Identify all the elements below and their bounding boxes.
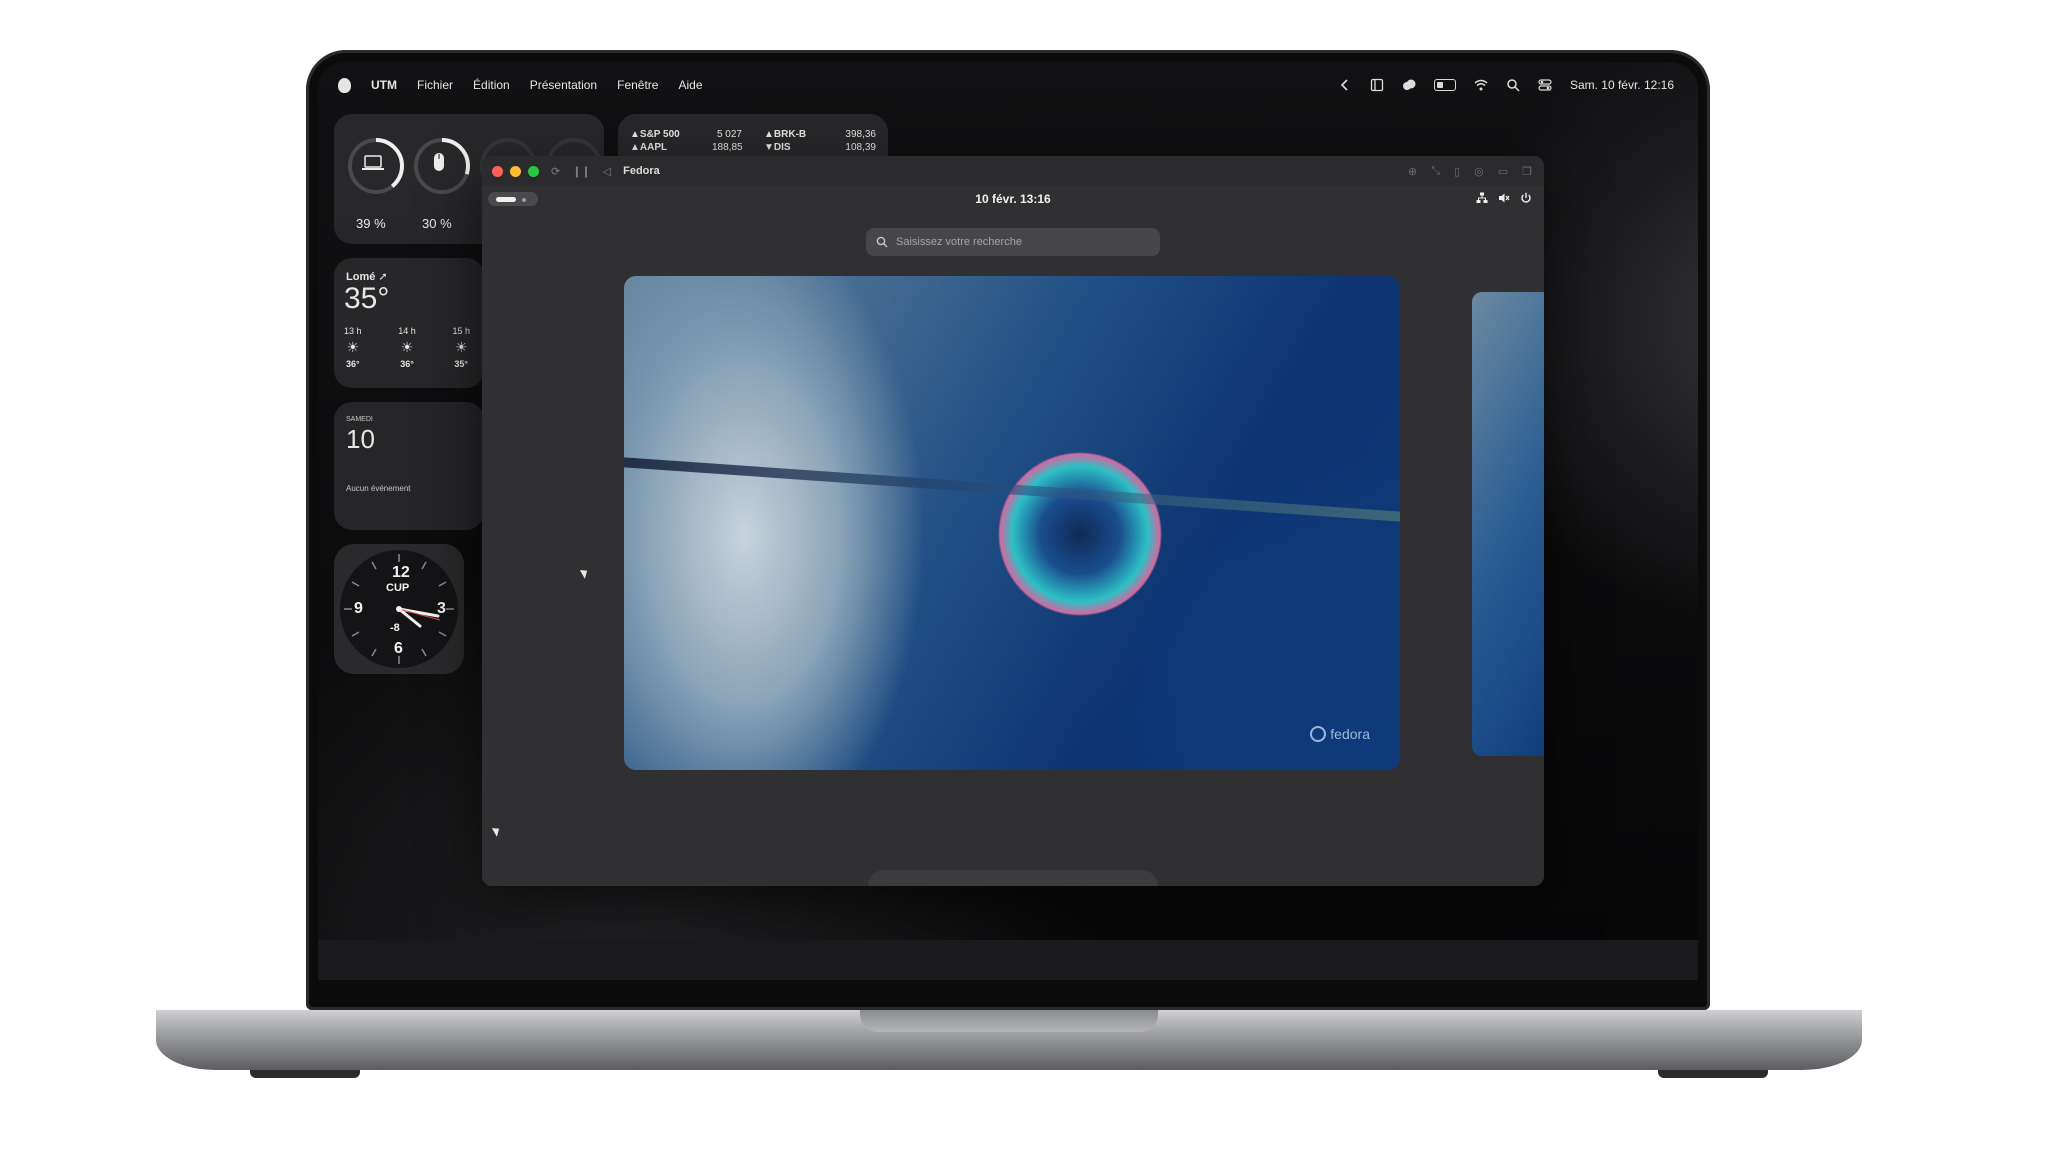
clock-offset: -8 xyxy=(390,622,400,634)
utm-vm-window[interactable]: ⟳ ❙❙ ◁ Fedora ⊕ ⤡ ▯ ◎ ▭ ❐ 10 févr. 13:16 xyxy=(482,156,1544,886)
battery-icon[interactable] xyxy=(1433,79,1456,91)
drive-icon[interactable]: ▭ xyxy=(1498,165,1508,178)
apple-icon[interactable] xyxy=(338,77,351,93)
calendar-day: 10 xyxy=(346,424,375,454)
clock-num-6: 6 xyxy=(394,640,403,657)
mouse-battery-ring xyxy=(414,138,470,194)
stock-symbol: ▼DIS xyxy=(764,142,791,153)
power-icon[interactable] xyxy=(1520,192,1532,204)
laptop-foot xyxy=(250,1070,360,1078)
menubar-clock[interactable]: Sam. 10 févr. 12:16 xyxy=(1570,78,1674,92)
clock-num-12: 12 xyxy=(392,564,410,581)
pause-icon[interactable]: ❙❙ xyxy=(572,165,590,178)
hour-label: 15 h xyxy=(452,326,470,336)
clock-face: 12 CUP 3 6 9 -8 xyxy=(340,550,458,668)
calendar-weekday: SAMEDI xyxy=(346,416,373,423)
capture-input-icon[interactable]: ⊕ xyxy=(1408,165,1417,178)
workspace-thumbnail[interactable]: fedora xyxy=(624,276,1400,770)
search-input[interactable] xyxy=(894,235,1138,249)
gnome-overview: 10 févr. 13:16 fedora xyxy=(482,186,1544,886)
stock-value: 5 027 xyxy=(716,129,742,140)
fedora-logo-text: fedora xyxy=(1330,726,1370,742)
next-workspace-thumbnail[interactable] xyxy=(1472,292,1544,756)
hour-label: 14 h xyxy=(398,326,416,336)
menu-fenetre[interactable]: Fenêtre xyxy=(617,78,658,92)
gnome-top-bar: 10 févr. 13:16 xyxy=(482,186,1544,212)
fedora-logo-icon xyxy=(1310,726,1327,742)
menu-app-name[interactable]: UTM xyxy=(371,78,397,92)
mouse-icon xyxy=(434,153,444,171)
stock-symbol: ▲S&P 500 xyxy=(630,129,680,140)
usb-icon[interactable]: ▯ xyxy=(1454,165,1460,178)
laptop-icon xyxy=(362,155,384,170)
menu-edition[interactable]: Édition xyxy=(473,78,510,92)
hour-label: 13 h xyxy=(344,326,362,336)
mac-screen: UTM Fichier Édition Présentation Fenêtre… xyxy=(318,62,1698,980)
wifi-icon[interactable] xyxy=(1474,78,1488,92)
stock-value: 398,36 xyxy=(845,129,876,140)
close-button[interactable] xyxy=(492,165,503,177)
restart-icon[interactable]: ⟳ xyxy=(551,165,560,178)
resize-icon[interactable]: ⤡ xyxy=(1431,165,1440,178)
menu-presentation[interactable]: Présentation xyxy=(530,78,597,92)
sidebar-icon[interactable] xyxy=(1370,78,1384,92)
stock-value: 188,85 xyxy=(712,142,743,153)
clock-widget[interactable]: 12 CUP 3 6 9 -8 xyxy=(334,544,464,674)
sun-icon: ☀ xyxy=(346,339,360,355)
clock-city: CUP xyxy=(386,582,410,594)
weather-widget[interactable]: Lomé ➚ 35° 13 h ☀ 36° 14 h ☀ 36° 15 h ☀ … xyxy=(334,258,484,388)
minimize-button[interactable] xyxy=(510,165,521,177)
wallpaper-strand xyxy=(624,454,1400,528)
search-icon[interactable] xyxy=(1506,78,1520,92)
network-icon[interactable] xyxy=(1476,192,1488,204)
chevron-left-icon[interactable] xyxy=(1338,78,1352,92)
weather-temp: 35° xyxy=(344,282,390,315)
clock-num-9: 9 xyxy=(354,600,363,617)
calendar-widget[interactable]: SAMEDI 10 Aucun événement xyxy=(334,402,484,530)
vm-title: Fedora xyxy=(623,165,660,177)
hour-temp: 36° xyxy=(345,359,360,369)
search-box[interactable] xyxy=(866,228,1160,256)
menu-aide[interactable]: Aide xyxy=(678,78,702,92)
stock-symbol: ▲BRK-B xyxy=(764,129,807,140)
laptop-battery-percent: 39 % xyxy=(356,216,386,231)
clock-num-3: 3 xyxy=(437,600,446,617)
screen-bottom-bezel xyxy=(318,940,1698,980)
gnome-clock[interactable]: 10 févr. 13:16 xyxy=(482,192,1544,206)
sun-icon: ☀ xyxy=(454,339,468,355)
shared-folder-icon[interactable]: ◎ xyxy=(1474,165,1484,178)
laptop-foot xyxy=(1658,1070,1768,1078)
fedora-logo: fedora xyxy=(1310,726,1370,742)
windows-icon[interactable]: ❐ xyxy=(1522,165,1532,178)
mouse-battery-percent: 30 % xyxy=(422,216,452,231)
dash xyxy=(868,870,1158,886)
control-center-icon[interactable] xyxy=(1538,78,1552,92)
weather-hour: 13 h ☀ 36° xyxy=(344,326,362,369)
vm-titlebar[interactable]: ⟳ ❙❙ ◁ Fedora ⊕ ⤡ ▯ ◎ ▭ ❐ xyxy=(482,156,1544,186)
sun-icon: ☀ xyxy=(400,339,414,355)
laptop-battery-ring xyxy=(348,138,404,194)
laptop-groove xyxy=(860,1010,1158,1032)
creative-cloud-icon[interactable] xyxy=(1402,78,1416,92)
stock-value: 108,39 xyxy=(845,142,876,153)
stock-symbol: ▲AAPL xyxy=(630,142,668,153)
search-icon xyxy=(876,236,888,248)
zoom-button[interactable] xyxy=(528,165,539,177)
weather-hour: 15 h ☀ 35° xyxy=(452,326,470,369)
hour-temp: 35° xyxy=(454,359,469,369)
weather-hour: 14 h ☀ 36° xyxy=(398,326,416,369)
back-icon[interactable]: ◁ xyxy=(603,165,611,178)
calendar-events: Aucun événement xyxy=(346,484,411,493)
hour-temp: 36° xyxy=(400,359,414,369)
menu-bar: UTM Fichier Édition Présentation Fenêtre… xyxy=(318,62,1698,108)
menu-fichier[interactable]: Fichier xyxy=(417,78,453,92)
volume-muted-icon[interactable] xyxy=(1498,192,1510,204)
